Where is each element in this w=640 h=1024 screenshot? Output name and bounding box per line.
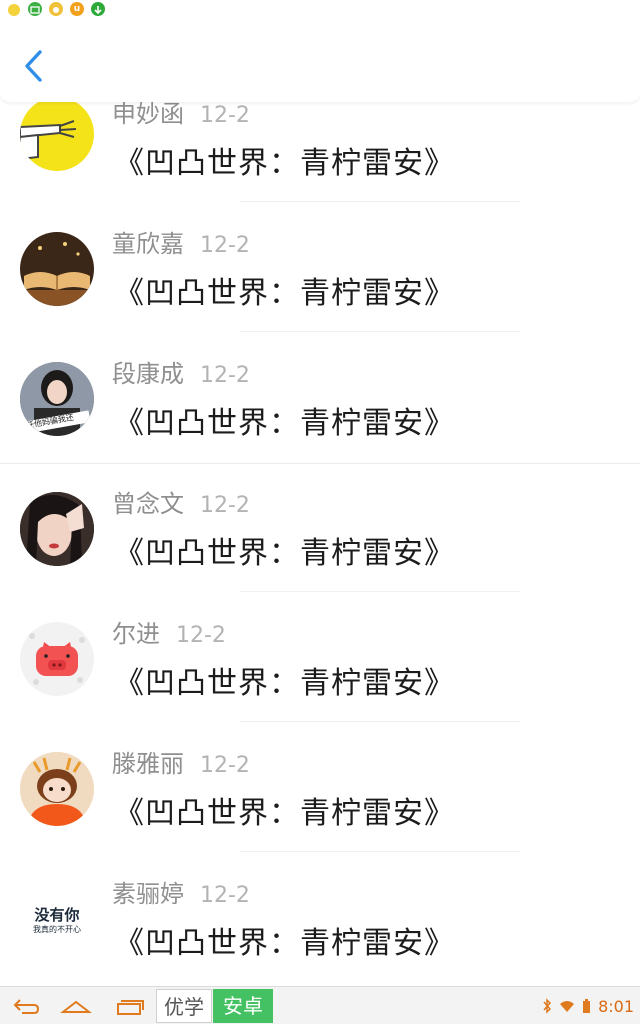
chevron-left-icon [25, 50, 42, 82]
system-navbar: 优学 安卓 8:01 [0, 986, 640, 1024]
list-item[interactable]: 尔进 12-2 《凹凸世界：青柠雷安》 [0, 612, 640, 742]
item-date: 12-2 [200, 883, 250, 908]
user-name: 素骊婷 [112, 880, 184, 908]
pointing-hand-avatar [20, 97, 94, 171]
u-app-icon: u [70, 2, 84, 16]
home-icon[interactable] [60, 994, 92, 1018]
item-meta: 滕雅丽 12-2 [112, 744, 250, 779]
user-name: 童欣嘉 [112, 230, 184, 258]
list-item[interactable]: 童欣嘉 12-2 《凹凸世界：青柠雷安》 [0, 222, 640, 352]
clock: 8:01 [598, 996, 634, 1016]
item-date: 12-2 [200, 103, 250, 128]
avatar-subtext: 我真的不开心 [33, 925, 81, 934]
user-name: 尔进 [112, 620, 160, 648]
girl-portrait-avatar [20, 492, 94, 566]
item-meta: 童欣嘉 12-2 [112, 224, 250, 259]
download-icon [91, 2, 105, 16]
divider [240, 331, 520, 332]
divider [240, 201, 520, 202]
back-nav-icon[interactable] [12, 994, 40, 1018]
girl-photo-avatar: 任他妈骗我还 [20, 362, 94, 436]
item-title: 《凹凸世界：青柠雷安》 [114, 926, 455, 961]
divider [240, 591, 520, 592]
status-bar: u [0, 0, 640, 22]
item-title: 《凹凸世界：青柠雷安》 [114, 666, 455, 701]
item-meta: 素骊婷 12-2 [112, 874, 250, 909]
pink-pig-avatar [20, 622, 94, 696]
wifi-icon [560, 1001, 575, 1012]
user-name: 段康成 [112, 360, 184, 388]
user-name: 曾念文 [112, 490, 184, 518]
cartoon-girl-avatar [20, 752, 94, 826]
recent-apps-icon[interactable] [114, 994, 144, 1018]
item-title: 《凹凸世界：青柠雷安》 [114, 276, 455, 311]
item-title: 《凹凸世界：青柠雷安》 [114, 406, 455, 441]
item-date: 12-2 [200, 363, 250, 388]
divider [240, 851, 520, 852]
picture-icon [28, 2, 42, 16]
item-meta: 曾念文 12-2 [112, 484, 250, 519]
ime-youxue-button[interactable]: 优学 [156, 989, 212, 1023]
bluetooth-icon [543, 998, 552, 1014]
list-item[interactable]: 任他妈骗我还 段康成 12-2 《凹凸世界：青柠雷安》 [0, 352, 640, 482]
open-book-avatar [20, 232, 94, 306]
reader-list: 申妙函 12-2 《凹凸世界：青柠雷安》 童欣嘉 12-2 《凹凸世界：青柠雷安》 [0, 95, 640, 985]
system-tray: 8:01 [542, 996, 634, 1016]
item-title: 《凹凸世界：青柠雷安》 [114, 796, 455, 831]
app-header [0, 22, 640, 102]
ime-android-button[interactable]: 安卓 [213, 989, 273, 1023]
item-date: 12-2 [200, 233, 250, 258]
item-date: 12-2 [176, 623, 226, 648]
item-meta: 段康成 12-2 [112, 354, 250, 389]
list-item[interactable]: 没有你 我真的不开心 素骊婷 12-2 《凹凸世界：青柠雷安》 [0, 872, 640, 985]
divider [0, 463, 640, 464]
list-item[interactable]: 滕雅丽 12-2 《凹凸世界：青柠雷安》 [0, 742, 640, 872]
user-name: 滕雅丽 [112, 750, 184, 778]
item-date: 12-2 [200, 753, 250, 778]
item-meta: 尔进 12-2 [112, 614, 226, 649]
item-title: 《凹凸世界：青柠雷安》 [114, 536, 455, 571]
back-button[interactable] [18, 46, 50, 86]
battery-icon [583, 999, 591, 1013]
item-date: 12-2 [200, 493, 250, 518]
list-item[interactable]: 曾念文 12-2 《凹凸世界：青柠雷安》 [0, 482, 640, 612]
smiley-icon [8, 4, 20, 16]
divider [240, 721, 520, 722]
item-title: 《凹凸世界：青柠雷安》 [114, 146, 455, 181]
text-avatar: 没有你 我真的不开心 [20, 882, 94, 956]
list-item[interactable]: 申妙函 12-2 《凹凸世界：青柠雷安》 [0, 95, 640, 222]
coin-icon [49, 2, 63, 16]
avatar-text: 没有你 [34, 906, 80, 924]
user-name: 申妙函 [112, 100, 184, 128]
